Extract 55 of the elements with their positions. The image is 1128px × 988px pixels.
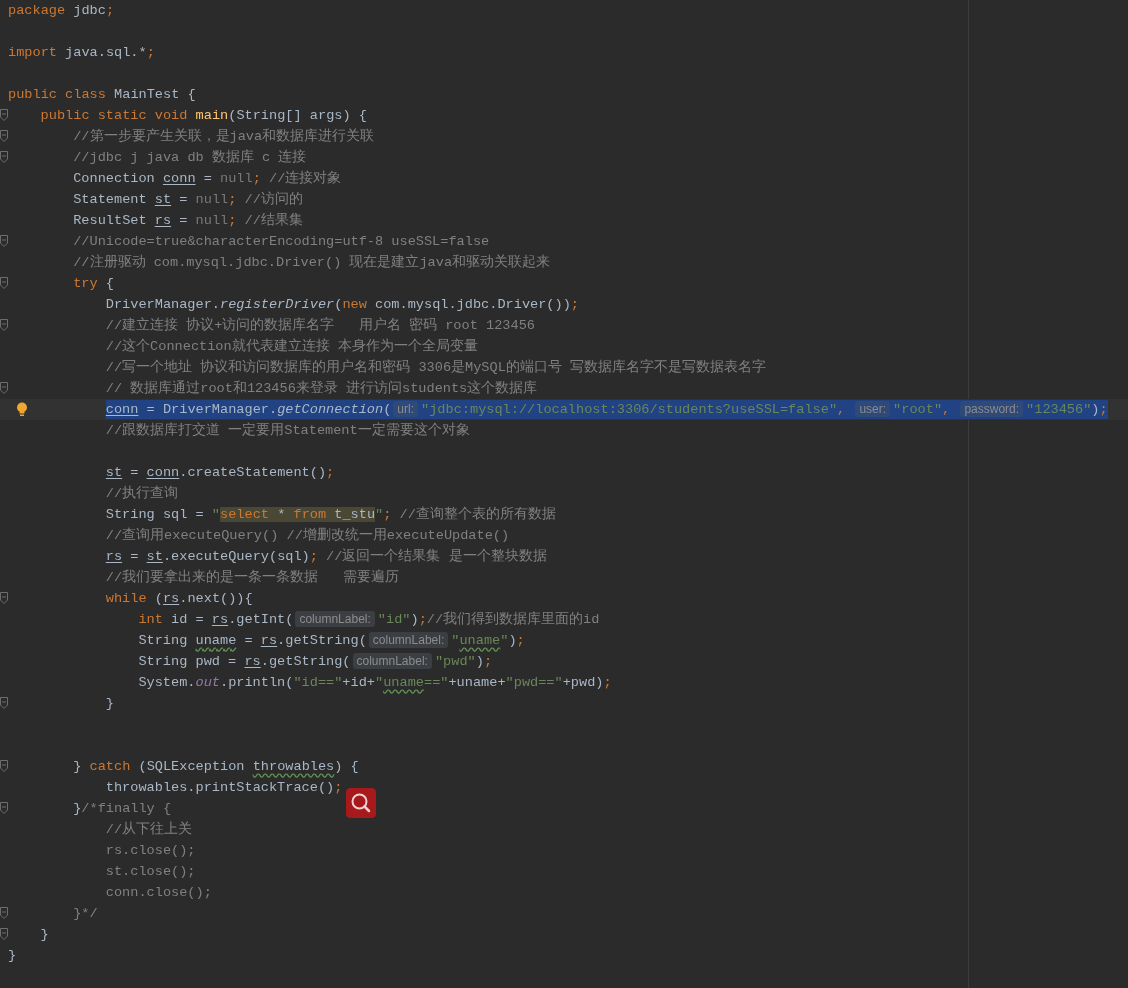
code-line: //查询用executeQuery() //增删改统一用executeUpdate() (105, 526, 510, 545)
code-line: Connection conn = null; //连接对象 (73, 169, 342, 188)
code-line: //跟数据库打交道 一定要用Statement一定需要这个对象 (105, 421, 470, 440)
fold-icon[interactable] (0, 319, 8, 331)
fold-icon[interactable] (0, 697, 8, 709)
code-line: //我们要拿出来的是一条一条数据 需要遍历 (105, 568, 399, 587)
code-line: throwables.printStackTrace(); (105, 779, 343, 797)
code-line: //从下往上关 (105, 820, 193, 839)
code-line: } (105, 695, 114, 713)
code-line: rs = st.executeQuery(sql); //返回一个结果集 是一个整块数据 (105, 547, 547, 566)
fold-icon[interactable] (0, 130, 8, 142)
code-line: rs.close(); (105, 842, 196, 860)
fold-icon[interactable] (0, 907, 8, 919)
code-line: conn.close(); (105, 884, 212, 902)
fold-icon[interactable] (0, 151, 8, 163)
code-line: //这个Connection就代表建立连接 本身作为一个全局变量 (105, 337, 478, 356)
code-line: //建立连接 协议+访问的数据库名字 用户名 密码 root 123456 (105, 316, 535, 335)
code-line: Statement st = null; //访问的 (73, 190, 303, 209)
code-line: //jdbc j java db 数据库 c 连接 (73, 148, 307, 167)
code-line: try { (73, 275, 114, 293)
fold-icon[interactable] (0, 592, 8, 604)
code-line: String sql = "select * from t_stu"; //查询整个表的所有数据 (105, 505, 556, 524)
code-line: // 数据库通过root和123456来登录 进行访问students这个数据库 (105, 379, 538, 398)
search-icon[interactable] (346, 788, 376, 818)
fold-icon[interactable] (0, 382, 8, 394)
code-line: st = conn.createStatement(); (105, 464, 335, 482)
code-line: //注册驱动 com.mysql.jdbc.Driver() 现在是建立java和驱动关联起来 (73, 253, 551, 272)
code-line: DriverManager.registerDriver(new com.mysql.jdbc.Driver()); (105, 296, 579, 314)
code-line: String uname = rs.getString( columnLabel: "uname"); (138, 631, 525, 650)
code-line: } (40, 926, 49, 944)
code-line: ResultSet rs = null; //结果集 (73, 211, 303, 230)
code-line: } (8, 947, 17, 965)
code-line: public class MainTest { (8, 86, 196, 104)
code-line: //写一个地址 协议和访问数据库的用户名和密码 3306是MySQL的端口号 写数据库名字不是写数据表名字 (105, 358, 766, 377)
fold-icon[interactable] (0, 235, 8, 247)
code-line: String pwd = rs.getString( columnLabel: "pwd"); (138, 652, 493, 671)
code-line: st.close(); (105, 863, 196, 881)
code-line: //Unicode=true&characterEncoding=utf-8 useSSL=false (73, 233, 490, 251)
code-line: } catch (SQLException throwables) { (73, 758, 359, 776)
code-line: package jdbc; (8, 2, 115, 20)
code-line: import java.sql.*; (8, 44, 155, 62)
code-line: System.out.println("id=="+id+"uname=="+uname+"pwd=="+pwd); (138, 674, 612, 692)
fold-icon[interactable] (0, 277, 8, 289)
fold-icon[interactable] (0, 109, 8, 121)
code-line: while (rs.next()){ (105, 590, 253, 608)
lightbulb-icon[interactable] (16, 402, 28, 417)
code-line: int id = rs.getInt( columnLabel: "id");//我们得到数据库里面的id (138, 610, 600, 629)
code-line: }/*finally { (73, 800, 172, 818)
fold-icon[interactable] (0, 928, 8, 940)
fold-icon[interactable] (0, 760, 8, 772)
code-line: //第一步要产生关联，是java和数据库进行关联 (73, 127, 375, 146)
fold-icon[interactable] (0, 802, 8, 814)
code-line: //执行查询 (105, 484, 179, 503)
code-line: }*/ (73, 905, 98, 923)
code-line: public static void main(String[] args) { (40, 107, 367, 125)
